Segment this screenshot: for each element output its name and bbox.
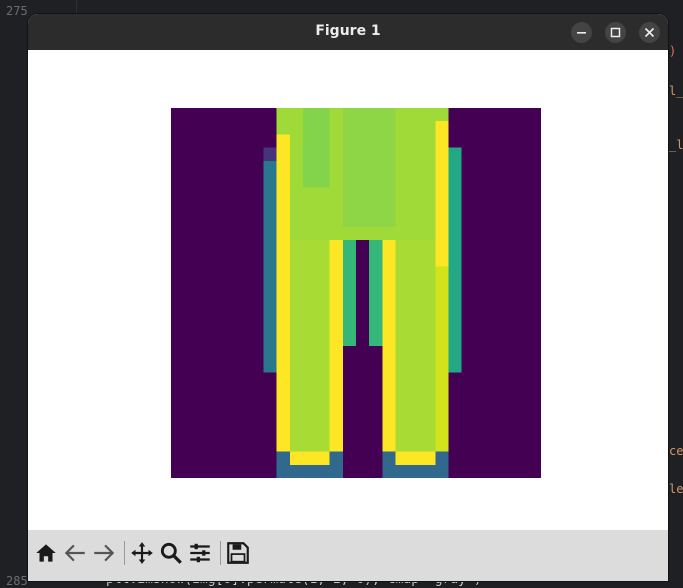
forward-icon[interactable]: [91, 540, 117, 566]
code-fragment: l_: [669, 84, 683, 98]
line-number: 285: [6, 574, 28, 588]
code-fragment: _la: [669, 138, 683, 152]
trousers-figure: [263, 108, 462, 478]
back-icon[interactable]: [62, 540, 88, 566]
navigation-toolbar: [28, 530, 668, 581]
configure-subplots-icon[interactable]: [187, 540, 213, 566]
toolbar-separator: [124, 541, 125, 565]
maximize-icon: [610, 27, 621, 38]
maximize-button[interactable]: [605, 22, 626, 43]
close-icon: [644, 27, 655, 38]
home-icon[interactable]: [33, 540, 59, 566]
save-icon[interactable]: [225, 540, 251, 566]
code-fragment: le: [669, 482, 683, 496]
code-fragment: ce: [669, 444, 683, 458]
window-titlebar[interactable]: Figure 1: [28, 14, 668, 50]
minimize-icon: [577, 32, 586, 34]
image-plot: [171, 108, 541, 478]
figure-canvas[interactable]: [28, 50, 668, 530]
close-button[interactable]: [639, 22, 660, 43]
minimize-button[interactable]: [571, 22, 592, 43]
toolbar-separator: [220, 541, 221, 565]
zoom-icon[interactable]: [158, 540, 184, 566]
code-fragment: ): [669, 44, 677, 58]
line-number: 275: [6, 4, 28, 18]
pan-icon[interactable]: [129, 540, 155, 566]
figure-window[interactable]: Figure 1: [28, 14, 668, 581]
